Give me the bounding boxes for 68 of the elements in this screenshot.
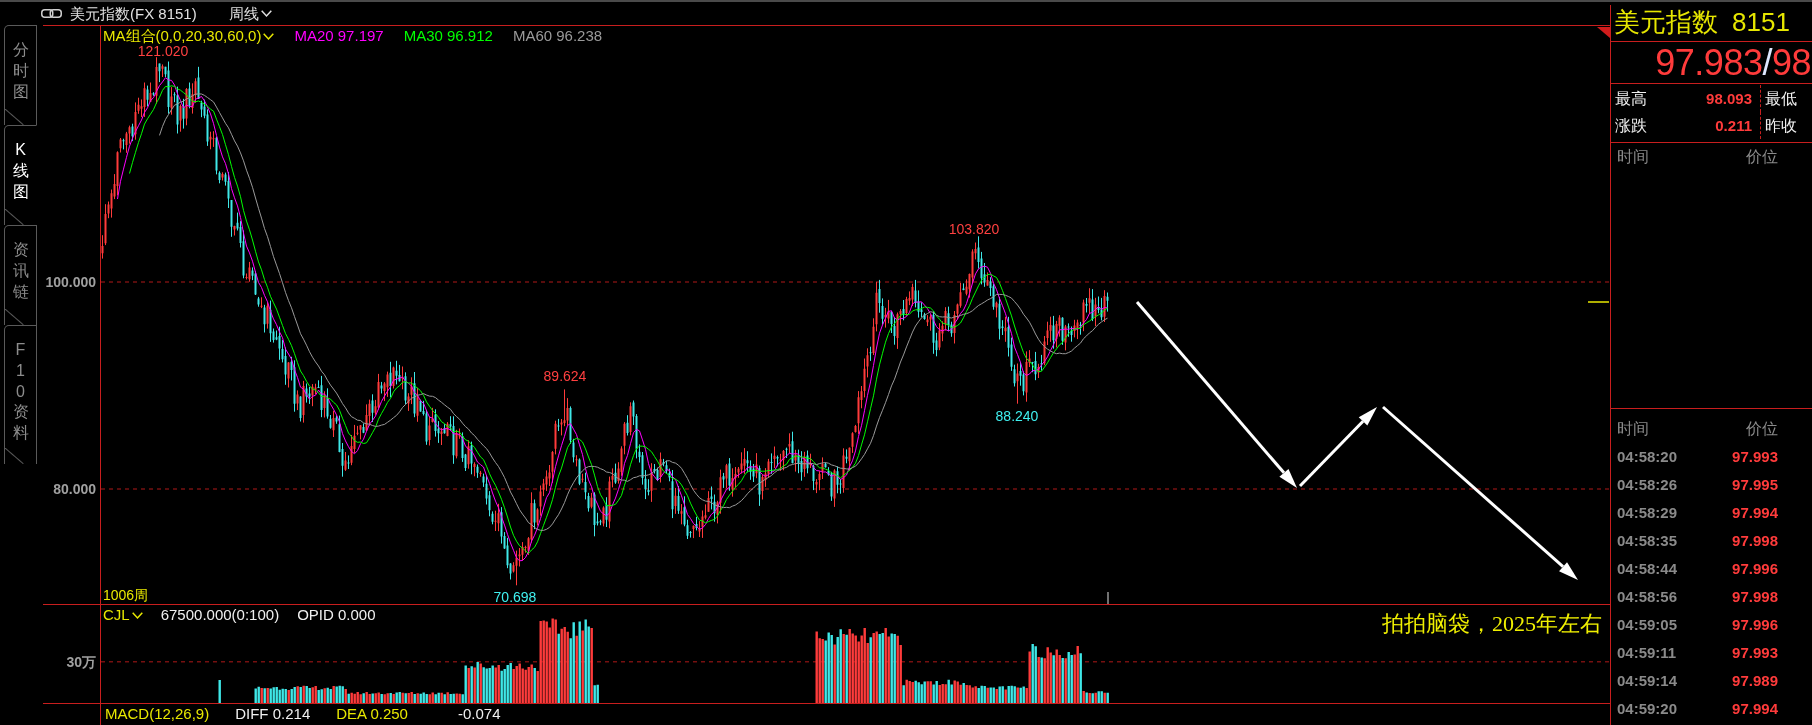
tick-time: 04:58:56 — [1617, 588, 1678, 606]
tick-time: 04:58:20 — [1617, 448, 1678, 466]
period-dropdown[interactable]: 周线 — [228, 4, 272, 23]
chevron-down-icon — [260, 10, 272, 17]
opid-label: OPID 0.000 — [297, 606, 376, 624]
tick-price: 97.995 — [1732, 476, 1778, 494]
column-header: 价位 — [1746, 147, 1778, 167]
tick-time: 04:58:26 — [1617, 476, 1678, 494]
tick-price: 97.994 — [1732, 504, 1778, 522]
side-tab[interactable]: 分时图 — [4, 25, 37, 125]
stat-label: 最低 — [1765, 88, 1797, 109]
tick-price: 97.998 — [1732, 532, 1778, 550]
diff-label: DIFF 0.214 — [235, 705, 311, 723]
price-separator: / — [1762, 40, 1772, 85]
quote-code: 8151 — [1732, 7, 1790, 39]
stat-value: 0.211 — [1715, 116, 1752, 135]
high-price-label: 121.020 — [137, 43, 189, 60]
tick-time: 04:58:35 — [1617, 532, 1678, 550]
y-axis-label: 80.000 — [53, 481, 96, 497]
y-axis-label: 30万 — [66, 653, 96, 670]
side-tab[interactable]: F10资料 — [4, 325, 37, 464]
dea-label: DEA 0.250 — [336, 705, 408, 723]
chevron-down-icon — [131, 611, 143, 619]
tick-price: 97.993 — [1732, 448, 1778, 466]
tick-time: 04:59:20 — [1617, 700, 1678, 718]
stat-label: 涨跌 — [1615, 115, 1647, 136]
moving-average-value: MA20 97.197 — [294, 27, 384, 45]
indicator-label: MACD(12,26,9) — [105, 705, 210, 723]
volume-value-label: 67500.000(0:100) — [160, 606, 280, 624]
tick-price: 97.996 — [1732, 560, 1778, 578]
column-header: 价位 — [1746, 419, 1778, 439]
chevron-down-icon — [263, 32, 275, 40]
tick-time: 04:59:11 — [1617, 644, 1677, 662]
tick-time: 04:59:05 — [1617, 616, 1678, 634]
low-price-label: 88.240 — [995, 407, 1039, 424]
tick-time: 04:58:29 — [1617, 504, 1678, 522]
stat-value: 98.093 — [1706, 89, 1752, 108]
position-tick — [1107, 591, 1109, 604]
tick-price: 97.993 — [1732, 644, 1778, 662]
indicator-dropdown[interactable]: MA组合(0,0,20,30,60,0) — [103, 27, 275, 45]
column-header: 时间 — [1617, 419, 1649, 439]
tick-price: 97.989 — [1732, 672, 1778, 690]
high-price-label: 103.820 — [948, 221, 1000, 238]
second-price: 98 — [1771, 40, 1811, 85]
column-header: 时间 — [1617, 147, 1649, 167]
bar-count-label: 1006周 — [103, 587, 149, 604]
tick-price: 97.998 — [1732, 588, 1778, 606]
last-price: 97.983 — [1655, 40, 1763, 85]
side-tab[interactable]: K线图 — [4, 125, 37, 225]
side-tab[interactable]: 资讯链 — [4, 225, 37, 325]
indicator-dropdown[interactable]: CJL — [103, 606, 143, 624]
high-price-label: 89.624 — [543, 368, 587, 385]
y-axis-label: 100.000 — [45, 274, 96, 290]
stat-label: 昨收 — [1765, 115, 1797, 136]
tick-price: 97.994 — [1732, 700, 1778, 718]
tick-time: 04:59:14 — [1617, 672, 1678, 690]
security-title: 美元指数(FX 8151) — [70, 4, 197, 23]
tick-price: 97.996 — [1732, 616, 1778, 634]
low-price-label: 70.698 — [493, 589, 537, 604]
moving-average-value: MA60 96.238 — [512, 27, 603, 45]
stat-label: 最高 — [1615, 88, 1647, 109]
moving-average-value: MA30 96.912 — [403, 27, 493, 45]
link-icon[interactable] — [41, 9, 62, 18]
current-price-marker — [1587, 301, 1610, 303]
annotation-text: 拍拍脑袋，2025年左右 — [1382, 611, 1602, 638]
tick-time: 04:58:44 — [1617, 560, 1678, 578]
macd-value-label: -0.074 — [457, 705, 501, 723]
quote-name: 美元指数 — [1614, 7, 1718, 39]
